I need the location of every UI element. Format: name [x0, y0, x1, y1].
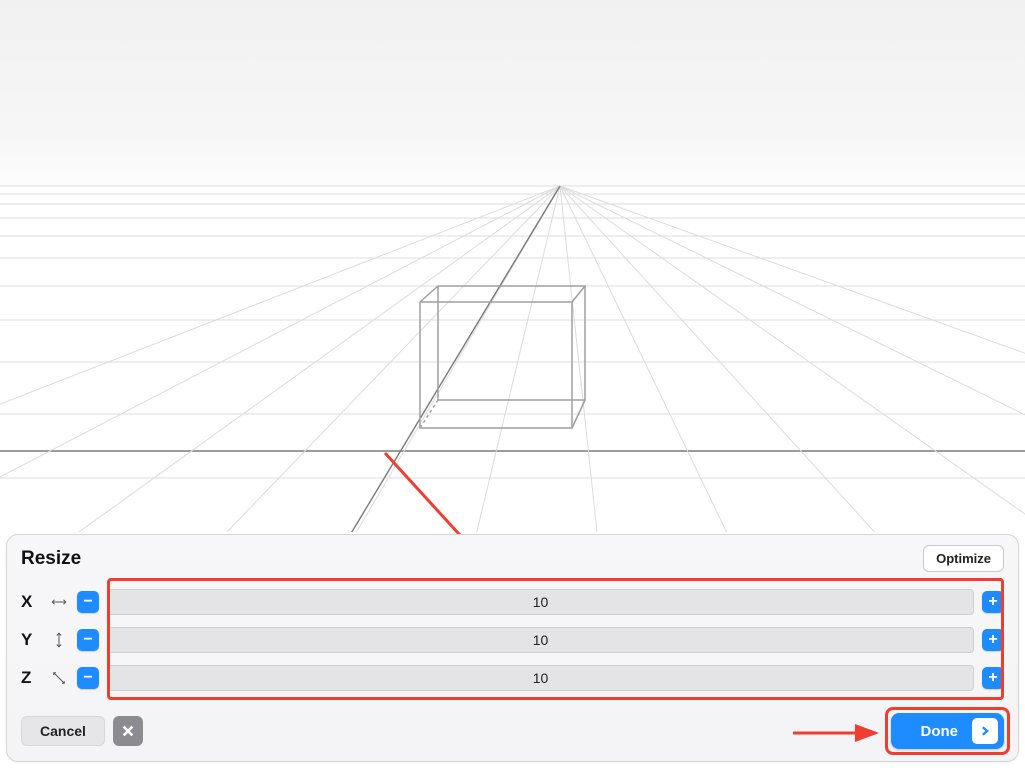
done-button[interactable]: Done [891, 713, 1005, 749]
y-value-field[interactable]: 10 [107, 627, 974, 653]
viewport-3d[interactable] [0, 0, 1025, 532]
close-icon [121, 724, 135, 738]
optimize-button[interactable]: Optimize [923, 545, 1004, 572]
axis-row-y: Y − 10 + [21, 622, 1004, 658]
axis-row-x: X − 10 + [21, 584, 1004, 620]
z-decrement-button[interactable]: − [77, 667, 99, 689]
scene-cube [420, 286, 585, 428]
x-value-field[interactable]: 10 [107, 589, 974, 615]
axis-label-y: Y [21, 630, 41, 650]
x-increment-button[interactable]: + [982, 591, 1004, 613]
axis-rows: X − 10 + Y − 10 + Z − 10 + [21, 578, 1004, 700]
x-decrement-button[interactable]: − [77, 591, 99, 613]
axis-y-icon [49, 630, 69, 650]
done-label: Done [921, 723, 959, 740]
cancel-button[interactable]: Cancel [21, 716, 105, 746]
chevron-right-icon [972, 718, 998, 744]
y-decrement-button[interactable]: − [77, 629, 99, 651]
axis-row-z: Z − 10 + [21, 660, 1004, 696]
panel-title: Resize [21, 548, 81, 570]
z-value-field[interactable]: 10 [107, 665, 974, 691]
viewport-grid [0, 0, 1025, 532]
resize-panel: Resize Optimize X − 10 + Y − 10 + Z [6, 534, 1019, 762]
axis-label-z: Z [21, 668, 41, 688]
close-button[interactable] [113, 716, 143, 746]
z-increment-button[interactable]: + [982, 667, 1004, 689]
annotation-arrow-done [791, 721, 886, 745]
axis-z-icon [49, 668, 69, 688]
axis-x-icon [49, 592, 69, 612]
axis-label-x: X [21, 592, 41, 612]
y-increment-button[interactable]: + [982, 629, 1004, 651]
